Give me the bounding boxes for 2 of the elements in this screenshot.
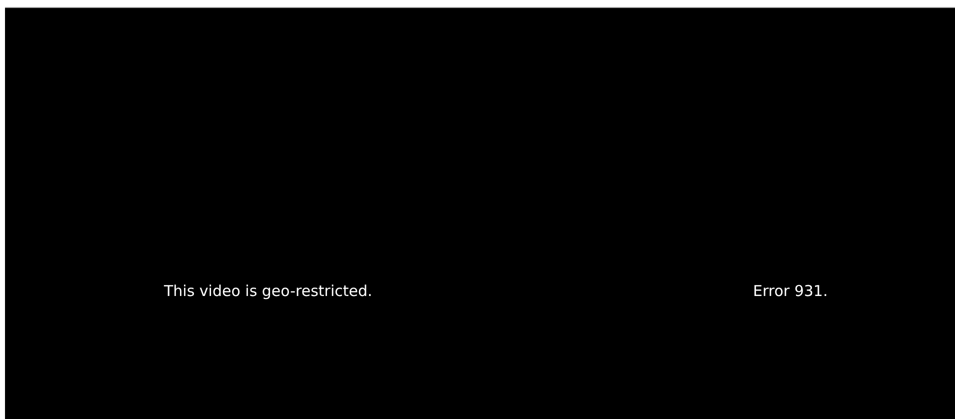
error-message: This video is geo-restricted.	[164, 282, 374, 300]
error-code: Error 931.	[753, 282, 828, 300]
